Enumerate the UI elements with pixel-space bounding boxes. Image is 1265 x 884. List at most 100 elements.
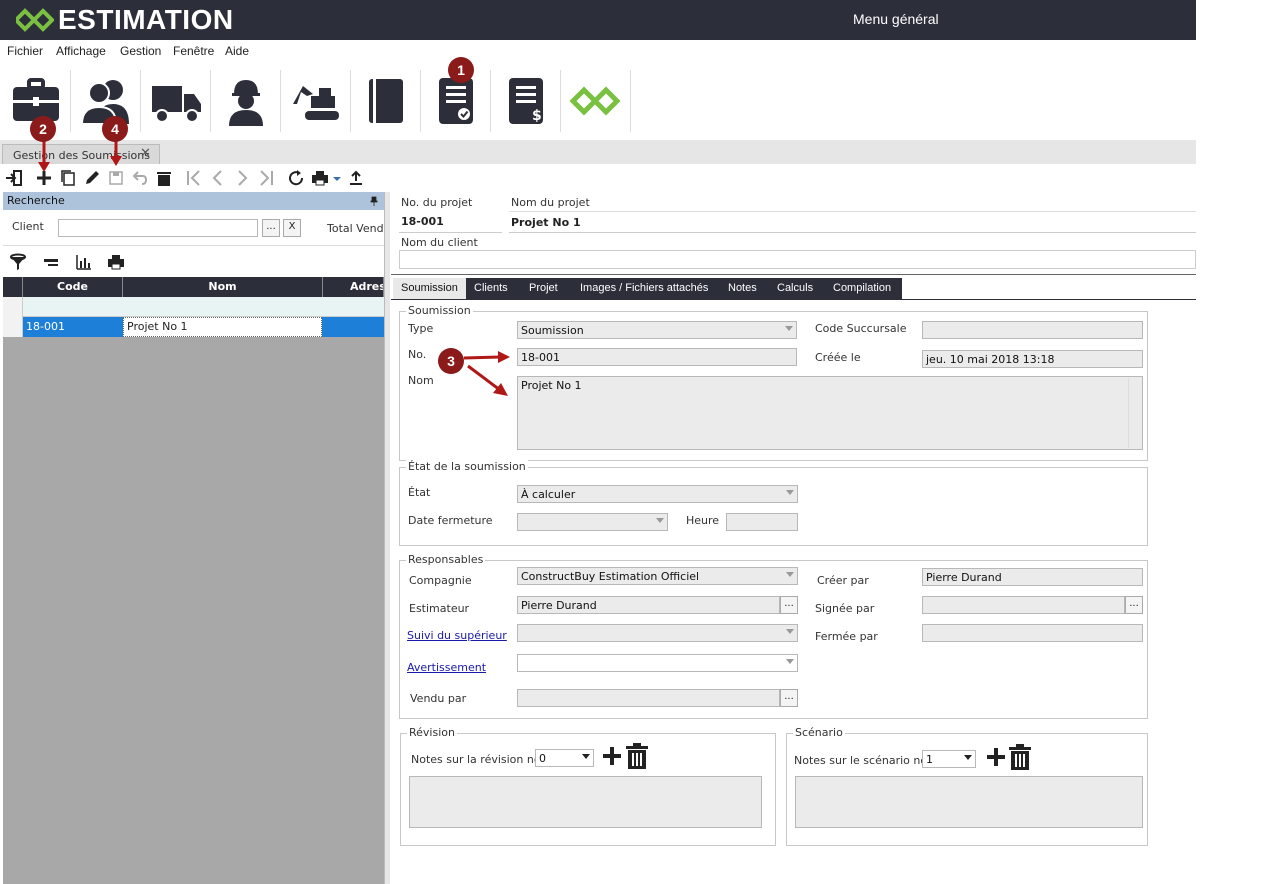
estimateur-label: Estimateur: [409, 602, 470, 615]
menu-affichage[interactable]: Affichage: [56, 44, 106, 58]
tab-compilation[interactable]: Compilation: [825, 278, 902, 299]
splitter[interactable]: [384, 192, 390, 884]
signee-par-lookup-button[interactable]: ...: [1125, 596, 1143, 614]
nom-label: Nom: [408, 374, 434, 387]
filter-button[interactable]: [9, 252, 27, 272]
next-record-button[interactable]: [233, 168, 251, 188]
print-button[interactable]: [311, 168, 329, 188]
estimateur-lookup-button[interactable]: ...: [780, 596, 798, 614]
cell-nom[interactable]: Projet No 1: [123, 317, 322, 337]
revision-select[interactable]: 0: [535, 749, 594, 767]
menu-aide[interactable]: Aide: [225, 44, 249, 58]
signee-par-field[interactable]: [922, 596, 1125, 614]
column-header-nom[interactable]: Nom: [123, 277, 323, 297]
app-name: ESTIMATION: [58, 4, 234, 35]
grid-print-button[interactable]: [107, 252, 125, 272]
minus-lines-icon: [44, 259, 58, 266]
no-field[interactable]: 18-001: [517, 348, 797, 366]
revision-notes-textarea[interactable]: [409, 776, 762, 828]
annotation-badge-2: 2: [30, 116, 56, 142]
compagnie-label: Compagnie: [409, 574, 472, 587]
save-button[interactable]: [107, 168, 125, 188]
etat-value: À calculer: [521, 488, 576, 501]
filter-icon: [10, 253, 26, 270]
date-fermeture-select[interactable]: [517, 513, 668, 531]
column-header-code[interactable]: Code: [23, 277, 123, 297]
scenario-select[interactable]: 1: [922, 750, 976, 768]
export-button[interactable]: [347, 168, 365, 188]
heure-field[interactable]: [726, 513, 798, 531]
exit-button[interactable]: [5, 168, 23, 188]
trash-icon[interactable]: [625, 743, 649, 769]
suivi-superieur-link[interactable]: Suivi du supérieur: [407, 629, 507, 642]
annotation-badge-3: 3: [438, 348, 464, 374]
creee-field[interactable]: jeu. 10 mai 2018 13:18: [922, 350, 1143, 368]
scenario-notes-label: Notes sur le scénario no.: [794, 754, 931, 767]
tab-notes[interactable]: Notes: [720, 278, 769, 299]
window-title: Menu général: [853, 11, 939, 27]
client-search-input[interactable]: [58, 219, 258, 237]
vendu-par-lookup-button[interactable]: ...: [780, 689, 798, 707]
fermee-par-field[interactable]: [922, 624, 1143, 642]
close-icon[interactable]: ✕: [140, 146, 151, 161]
tab-soumission[interactable]: Soumission: [393, 278, 466, 299]
ribbon-billing-button[interactable]: $: [491, 70, 561, 132]
edit-button[interactable]: [83, 168, 101, 188]
chevron-down-icon: [964, 755, 972, 760]
ribbon-catalog-button[interactable]: [351, 70, 421, 132]
previous-record-button[interactable]: [209, 168, 227, 188]
tab-gestion-soumissions[interactable]: Gestion des Soumissions: [2, 144, 160, 164]
collapse-button[interactable]: [42, 252, 60, 272]
tab-clients[interactable]: Clients: [466, 278, 521, 299]
succursale-field[interactable]: [922, 321, 1143, 339]
nom-scrollbar[interactable]: [1128, 378, 1140, 448]
pin-icon[interactable]: [369, 196, 379, 206]
annotation-badge-4: 4: [102, 116, 128, 142]
ribbon-equipment-button[interactable]: [281, 70, 351, 132]
type-select[interactable]: Soumission: [517, 321, 797, 339]
menu-fenetre[interactable]: Fenêtre: [173, 44, 214, 58]
creee-label: Créée le: [815, 351, 861, 364]
delete-button[interactable]: [155, 168, 173, 188]
undo-button[interactable]: [131, 168, 149, 188]
printer-icon: [108, 255, 124, 270]
ribbon-transport-button[interactable]: [141, 70, 211, 132]
vendu-par-field[interactable]: [517, 689, 780, 707]
copy-button[interactable]: [59, 168, 77, 188]
type-value: Soumission: [521, 324, 584, 337]
avertissement-select[interactable]: [517, 654, 798, 672]
plus-icon[interactable]: [985, 746, 1007, 768]
etat-select[interactable]: À calculer: [517, 485, 798, 503]
client-lookup-button[interactable]: ...: [262, 219, 280, 237]
nom-textarea[interactable]: Projet No 1: [517, 376, 1143, 450]
print-dropdown-button[interactable]: [331, 168, 343, 188]
plus-icon[interactable]: [601, 745, 623, 767]
menu-gestion[interactable]: Gestion: [120, 44, 161, 58]
trash-icon[interactable]: [1008, 744, 1032, 770]
ribbon-labor-button[interactable]: [211, 70, 281, 132]
client-clear-button[interactable]: X: [283, 219, 301, 237]
tab-projet[interactable]: Projet: [521, 278, 572, 299]
vendu-par-label: Vendu par: [410, 692, 467, 705]
creer-par-field[interactable]: Pierre Durand: [922, 568, 1143, 586]
estimateur-field[interactable]: Pierre Durand: [517, 596, 780, 614]
first-record-button[interactable]: [185, 168, 203, 188]
menu-fichier[interactable]: Fichier: [7, 44, 43, 58]
fermee-par-label: Fermée par: [815, 630, 878, 643]
add-button[interactable]: [35, 168, 53, 188]
tab-images-fichiers[interactable]: Images / Fichiers attachés: [572, 278, 720, 299]
ribbon-home-button[interactable]: [561, 70, 631, 132]
refresh-button[interactable]: [287, 168, 305, 188]
group-title: Révision: [407, 726, 457, 739]
last-record-button[interactable]: [257, 168, 275, 188]
grid-filter-row[interactable]: [3, 297, 384, 317]
avertissement-link[interactable]: Avertissement: [407, 661, 486, 674]
suivi-superieur-select[interactable]: [517, 624, 798, 642]
column-header-adresse[interactable]: Adres: [323, 277, 384, 297]
scenario-notes-textarea[interactable]: [795, 776, 1143, 828]
compagnie-select[interactable]: ConstructBuy Estimation Officiel: [517, 567, 798, 585]
tab-calculs[interactable]: Calculs: [769, 278, 825, 299]
revision-value: 0: [539, 752, 546, 765]
worker-icon: [228, 80, 263, 126]
chart-button[interactable]: [75, 252, 93, 272]
